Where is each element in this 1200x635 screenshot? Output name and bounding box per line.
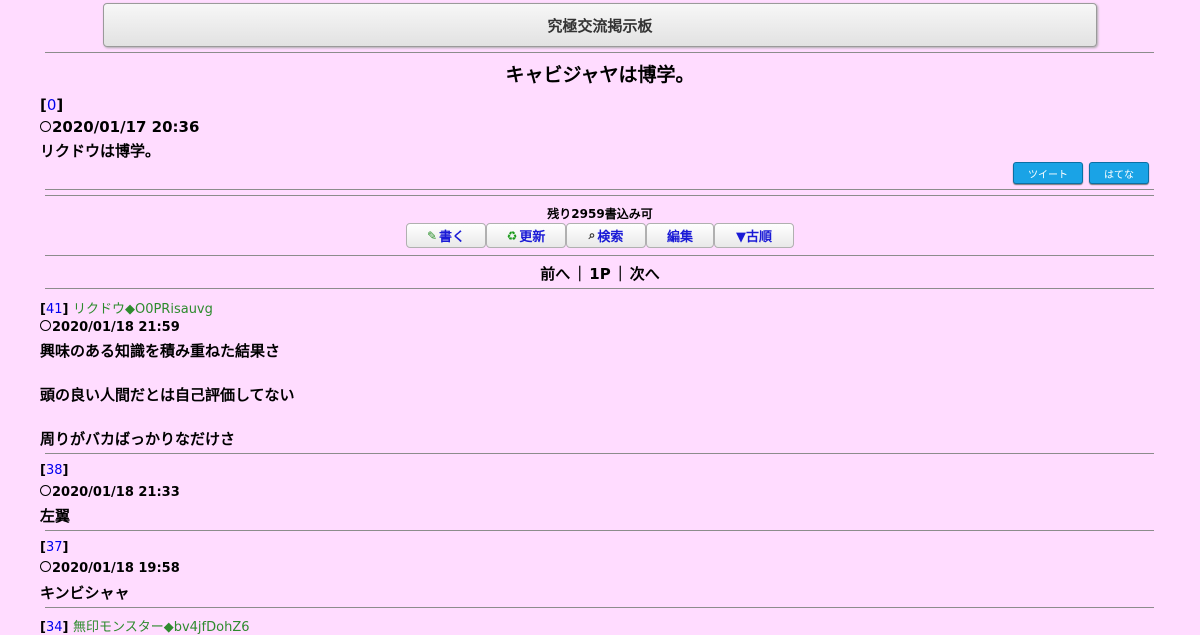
divider — [45, 189, 1154, 190]
pencil-icon: ✎ — [426, 228, 438, 243]
op-date-text: 2020/01/17 20:36 — [52, 118, 200, 136]
post-date: 2020/01/18 21:59 — [40, 320, 180, 335]
thread-title: キャビジャヤは博学。 — [505, 64, 695, 86]
current-page[interactable]: 1P — [589, 265, 610, 283]
post-number-link[interactable]: 34 — [46, 620, 63, 635]
clock-icon — [40, 121, 51, 132]
sort-order-button[interactable]: ▼古順 — [714, 223, 794, 248]
post-body-line: 興味のある知識を積み重ねた結果さ — [40, 342, 281, 360]
search-icon: ⌕ — [588, 228, 596, 242]
tweet-button[interactable]: ツイート — [1013, 162, 1083, 184]
divider — [45, 453, 1154, 454]
post-body-line: キンビシャャ — [40, 584, 130, 602]
pager-separator: ｜ — [612, 265, 628, 283]
pager-separator: ｜ — [572, 265, 588, 283]
post-header: [34] 無印モンスター◆bv4jfDohZ6 — [40, 620, 250, 635]
post-body-line: 左翼 — [40, 507, 71, 525]
write-label: 書く — [439, 230, 466, 245]
toolbar: ✎ 書く ♻ 更新 ⌕ 検索 編集 ▼古順 — [406, 223, 794, 248]
clock-icon — [40, 320, 51, 331]
search-button[interactable]: ⌕ 検索 — [566, 223, 646, 248]
post-date-text: 2020/01/18 19:58 — [52, 561, 180, 576]
op-date: 2020/01/17 20:36 — [40, 118, 199, 136]
next-page-link[interactable]: 次へ — [630, 265, 660, 283]
edit-label: 編集 — [666, 230, 693, 245]
post-body-line: 周りがバカばっかりなだけさ — [40, 430, 236, 448]
clock-icon — [40, 561, 51, 572]
hatena-button[interactable]: はてな — [1089, 162, 1149, 184]
prev-page-link[interactable]: 前へ — [540, 265, 570, 283]
post-body-line: 頭の良い人間だとは自己評価してない — [40, 386, 295, 404]
divider — [45, 607, 1154, 608]
clock-icon — [40, 485, 51, 496]
pager: 前へ｜ 1P ｜次へ — [0, 263, 1200, 284]
post-number-link[interactable]: 38 — [46, 463, 63, 478]
poster-name[interactable]: 無印モンスター◆bv4jfDohZ6 — [73, 620, 250, 635]
board-title-button[interactable]: 究極交流掲示板 — [103, 3, 1097, 47]
search-label: 検索 — [597, 230, 624, 245]
edit-button[interactable]: 編集 — [646, 223, 714, 248]
poster-name[interactable]: リクドウ◆O0PRisauvg — [73, 302, 213, 317]
post-header: [38] — [40, 463, 69, 478]
post-number-link[interactable]: 41 — [46, 302, 63, 317]
divider — [45, 52, 1154, 53]
refresh-label: 更新 — [519, 230, 546, 245]
divider — [45, 255, 1154, 256]
remaining-count: 残り2959書込み可 — [547, 207, 653, 221]
divider — [45, 288, 1154, 289]
refresh-button[interactable]: ♻ 更新 — [486, 223, 566, 248]
post-header: [37] — [40, 540, 69, 555]
post-date: 2020/01/18 19:58 — [40, 561, 180, 576]
op-body: リクドウは博学。 — [40, 142, 161, 160]
post-date: 2020/01/18 21:33 — [40, 485, 180, 500]
refresh-icon: ♻ — [506, 228, 518, 243]
post-date-text: 2020/01/18 21:59 — [52, 320, 180, 335]
sort-order-label: ▼古順 — [736, 230, 772, 245]
op-number-link[interactable]: 0 — [47, 96, 57, 114]
divider — [45, 530, 1154, 531]
post-number-link[interactable]: 37 — [46, 540, 63, 555]
write-button[interactable]: ✎ 書く — [406, 223, 486, 248]
post-date-text: 2020/01/18 21:33 — [52, 485, 180, 500]
post-header: [41] リクドウ◆O0PRisauvg — [40, 302, 213, 317]
op-number: [0] — [40, 96, 64, 114]
divider — [45, 195, 1154, 196]
